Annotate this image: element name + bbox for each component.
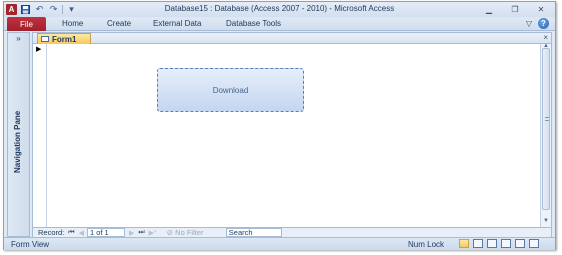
minimize-icon[interactable]: ▁ [477,3,501,15]
datasheet-view-icon[interactable] [473,239,483,248]
close-document-icon[interactable]: × [543,33,548,42]
pivotchart-view-icon[interactable] [501,239,511,248]
tab-file[interactable]: File [7,17,46,31]
record-selector[interactable]: ▶ [33,44,47,227]
filter-label: No Filter [175,228,204,237]
filter-indicator[interactable]: ⊘ No Filter [167,228,222,237]
tab-database-tools[interactable]: Database Tools [226,19,281,28]
window-title: Database15 : Database (Access 2007 - 201… [164,4,395,13]
nav-pane-label[interactable]: Navigation Pane [13,111,22,173]
form-view-icon[interactable] [459,239,469,248]
num-lock-indicator: Num Lock [408,240,445,249]
tab-form1[interactable]: Form1 [37,33,91,44]
layout-view-icon[interactable] [515,239,525,248]
window-controls: ▁ ❐ ✕ [477,3,553,15]
record-navigation-bar: Record: ⏮ ◀ 1 of 1 ▶ ⏭ ▶* ⊘ No Filter Se… [33,227,551,237]
tab-external-data[interactable]: External Data [153,19,201,28]
close-icon[interactable]: ✕ [529,3,553,15]
document-area: Form1 × ▶ Download ▲ ▼ Record: ⏮ ◀ 1 of … [32,32,552,237]
current-record-icon: ▶ [36,46,42,53]
vertical-scrollbar[interactable]: ▲ ▼ [540,43,551,227]
scroll-thumb[interactable] [542,48,550,210]
tab-home[interactable]: Home [62,19,83,28]
minimize-ribbon-icon[interactable]: ▽ [526,19,532,28]
new-record-icon[interactable]: ▶* [149,229,157,237]
pivottable-view-icon[interactable] [487,239,497,248]
record-label: Record: [38,228,65,237]
no-filter-icon: ⊘ [166,228,174,237]
nav-pane-toggle-icon[interactable]: » [8,33,29,44]
first-record-icon[interactable]: ⏮ [68,229,74,237]
view-status: Form View [11,240,50,249]
current-record-field[interactable]: 1 of 1 [86,228,125,237]
access-window: A ↶ ↷ ▾ Database15 : Database (Access 20… [3,1,556,250]
download-button[interactable]: Download [157,68,304,112]
previous-record-icon[interactable]: ◀ [79,229,84,237]
last-record-icon[interactable]: ⏭ [138,229,144,237]
scroll-grip [545,117,549,121]
search-input[interactable]: Search [225,228,282,237]
ribbon-right-controls: ▽ ? [526,18,549,29]
form-icon [41,36,49,42]
tab-create[interactable]: Create [107,19,131,28]
form-detail-section: Download [48,44,540,227]
document-tab-label: Form1 [52,34,77,44]
scroll-down-icon[interactable]: ▼ [543,218,549,224]
design-view-icon[interactable] [529,239,539,248]
next-record-icon[interactable]: ▶ [129,229,134,237]
status-bar: Form View Num Lock [4,237,555,250]
title-bar: A ↶ ↷ ▾ Database15 : Database (Access 20… [4,2,555,17]
view-switcher [459,239,539,248]
ribbon-tabs: File Home Create External Data Database … [4,17,555,31]
document-tab-bar: Form1 × [33,33,551,44]
navigation-pane[interactable]: » Navigation Pane [7,32,30,237]
restore-icon[interactable]: ❐ [503,3,527,15]
help-icon[interactable]: ? [538,18,549,29]
